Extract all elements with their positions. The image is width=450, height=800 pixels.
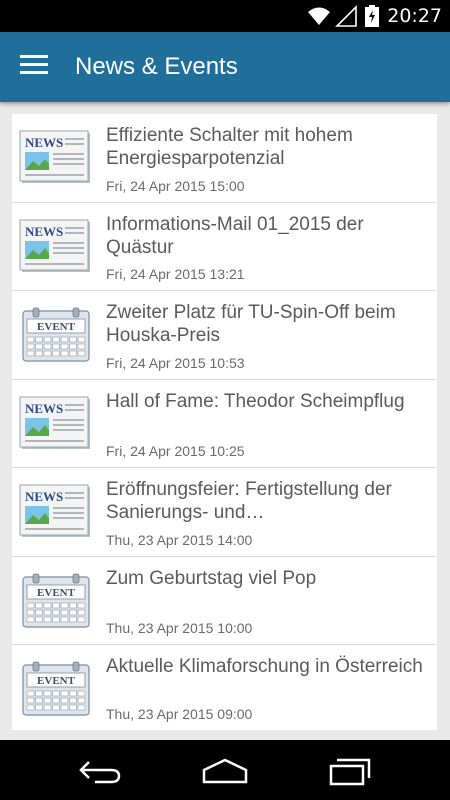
status-icons: 20:27 [307, 0, 450, 32]
item-text: Informations-Mail 01_2015 der Quästur [106, 213, 427, 259]
calendar-event-icon: EVENT [19, 573, 93, 629]
calendar-event-icon: EVENT [19, 661, 93, 717]
newspaper-icon: NEWS [19, 484, 93, 540]
newspaper-icon: NEWS [19, 130, 93, 186]
wifi-icon [308, 7, 331, 25]
item-title: Informations-Mail 01_2015 der Quästur [106, 213, 364, 258]
home-icon [202, 758, 248, 784]
svg-text:NEWS: NEWS [25, 135, 63, 150]
svg-text:EVENT: EVENT [37, 321, 76, 333]
recents-icon [329, 758, 371, 786]
svg-text:NEWS: NEWS [25, 401, 63, 416]
item-text: Hall of Fame: Theodor Scheimpflug [106, 390, 427, 413]
list-item[interactable]: NEWS Effiziente Schalter mit hohem Energi… [12, 114, 437, 203]
list-item[interactable]: NEWS Eröffnungsfeier: Fertigstellung der … [12, 468, 437, 557]
list-item[interactable]: EVENT Zum Geburtstag viel Pop Thu, 23 Apr … [12, 557, 437, 645]
list-item[interactable]: NEWS Informations-Mail 01_2015 der Quästu… [12, 203, 437, 291]
battery-icon [365, 5, 380, 27]
recents-button[interactable] [325, 752, 375, 788]
back-icon [79, 761, 121, 784]
item-title: Zum Geburtstag viel Pop [106, 567, 317, 589]
signal-icon [335, 5, 358, 27]
item-date: Fri, 24 Apr 2015 10:53 [106, 354, 245, 371]
item-text: Eröffnungsfeier: Fertigstellung der Sani… [106, 478, 427, 524]
status-bar: 20:27 [0, 0, 450, 32]
list-item[interactable]: EVENT Aktuelle Klimaforschung in Österrei… [12, 645, 437, 730]
back-button[interactable] [75, 752, 125, 788]
item-title: Effiziente Schalter mit hohem Energiespa… [106, 125, 353, 169]
calendar-event-icon: EVENT [19, 307, 93, 363]
item-date: Thu, 23 Apr 2015 09:00 [106, 706, 253, 722]
newspaper-icon: NEWS [19, 219, 93, 275]
item-date: Thu, 23 Apr 2015 10:00 [106, 620, 253, 636]
hamburger-menu-icon[interactable] [20, 55, 48, 79]
news-events-list: NEWS Effiziente Schalter mit hohem Energi… [12, 114, 437, 730]
svg-text:EVENT: EVENT [37, 587, 76, 599]
app-bar: News & Events [0, 32, 450, 102]
item-date: Fri, 24 Apr 2015 10:25 [106, 443, 245, 459]
item-title: Hall of Fame: Theodor Scheimpflug [106, 390, 405, 412]
item-text: Effiziente Schalter mit hohem Energiespa… [106, 124, 427, 170]
item-date: Fri, 24 Apr 2015 13:21 [106, 266, 245, 282]
item-date: Fri, 24 Apr 2015 15:00 [106, 177, 245, 194]
navigation-bar [0, 740, 450, 800]
page-title: News & Events [75, 53, 238, 80]
svg-text:NEWS: NEWS [25, 489, 63, 504]
svg-text:NEWS: NEWS [25, 224, 63, 239]
list-item[interactable]: NEWS Hall of Fame: Theodor Scheimpflug Fri… [12, 380, 437, 468]
item-title: Eröffnungsfeier: Fertigstellung der Sani… [106, 479, 392, 523]
item-title: Zweiter Platz für TU-Spin-Off beim Housk… [106, 302, 396, 346]
list-item[interactable]: EVENT Zweiter Platz für TU-Spin-Off beim … [12, 291, 437, 380]
item-text: Zum Geburtstag viel Pop [106, 567, 427, 590]
clock: 20:27 [387, 5, 442, 27]
item-text: Aktuelle Klimaforschung in Österreich [106, 655, 427, 678]
item-date: Thu, 23 Apr 2015 14:00 [106, 531, 253, 548]
home-button[interactable] [200, 752, 250, 788]
newspaper-icon: NEWS [19, 396, 93, 452]
svg-text:EVENT: EVENT [37, 675, 76, 687]
item-text: Zweiter Platz für TU-Spin-Off beim Housk… [106, 301, 427, 347]
item-title: Aktuelle Klimaforschung in Österreich [106, 656, 423, 677]
